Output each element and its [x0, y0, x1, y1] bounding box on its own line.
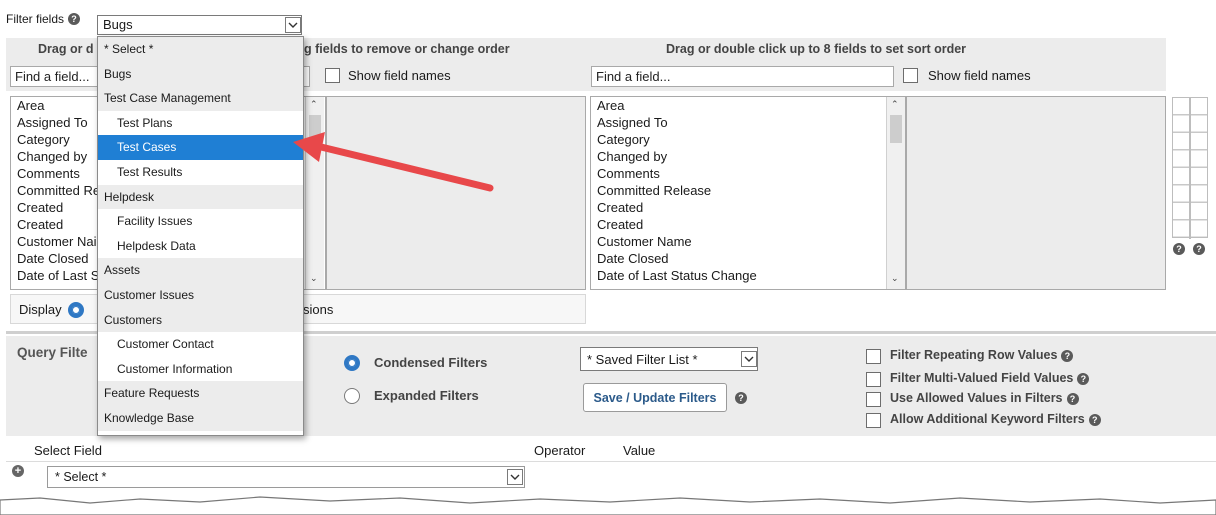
scroll-down-icon[interactable]: ⌄: [891, 273, 899, 284]
dropdown-option[interactable]: Knowledge Base: [98, 405, 303, 431]
field-list-item[interactable]: Committed Release: [594, 182, 905, 199]
help-icon[interactable]: ?: [1061, 349, 1074, 362]
field-list-item[interactable]: Changed by: [594, 148, 905, 165]
field-list-item[interactable]: Assigned To: [594, 114, 905, 131]
col-select-field: Select Field: [34, 443, 102, 458]
field-list-item[interactable]: Created: [594, 216, 905, 233]
filter-fields-chevron-icon[interactable]: [285, 17, 301, 33]
query-option-checkbox[interactable]: [866, 392, 881, 407]
scroll-thumb[interactable]: [890, 115, 902, 143]
condensed-filters-radio[interactable]: [344, 355, 360, 371]
right-show-field-names-checkbox[interactable]: [903, 68, 918, 83]
query-option-label: Allow Additional Keyword Filters?: [890, 412, 1101, 426]
dropdown-option[interactable]: Customers: [98, 307, 303, 333]
annotation-arrow: [293, 132, 494, 192]
filter-field-chevron-icon[interactable]: [507, 469, 523, 485]
left-drag-header-end: g fields to remove or change order: [304, 42, 510, 56]
help-icon[interactable]: ?: [1173, 243, 1185, 255]
dropdown-option[interactable]: * Select *: [98, 37, 303, 62]
dropdown-items: * Select * Bugs Test Case Management Test P…: [98, 37, 303, 431]
save-update-filters-button[interactable]: Save / Update Filters: [583, 383, 727, 412]
dropdown-option[interactable]: Facility Issues: [98, 209, 303, 234]
field-list-item[interactable]: Customer Name: [594, 233, 905, 250]
right-field-items: Area Assigned To Category Changed by Comment…: [591, 97, 905, 284]
right-find-field-input[interactable]: Find a field...: [591, 66, 894, 87]
dropdown-option[interactable]: Test Results: [98, 159, 303, 185]
query-option-checkbox[interactable]: [866, 413, 881, 428]
query-option-label: Use Allowed Values in Filters?: [890, 391, 1079, 405]
help-icon[interactable]: ?: [1193, 243, 1205, 255]
dropdown-option[interactable]: Assets: [98, 258, 303, 283]
dropdown-option[interactable]: Test Cases: [98, 135, 303, 160]
scroll-up-icon[interactable]: ⌃: [891, 99, 899, 110]
field-list-item[interactable]: Date of Last Status Change: [594, 267, 905, 284]
right-sort-fields-box[interactable]: [906, 96, 1166, 290]
field-list-item[interactable]: Comments: [594, 165, 905, 182]
field-list-item[interactable]: Area: [594, 97, 905, 114]
expanded-filters-radio[interactable]: [344, 388, 360, 404]
right-drag-header: Drag or double click up to 8 fields to s…: [666, 42, 967, 56]
col-value: Value: [623, 443, 656, 458]
display-option-tail: sions: [303, 302, 334, 317]
query-option-checkbox[interactable]: [866, 349, 881, 364]
query-option-text: Allow Additional Keyword Filters: [890, 412, 1085, 426]
condensed-filters-label: Condensed Filters: [374, 355, 488, 370]
query-option-label: Filter Repeating Row Values?: [890, 348, 1074, 362]
help-icon[interactable]: ?: [1066, 392, 1079, 405]
query-option-checkbox[interactable]: [866, 372, 881, 387]
query-option-text: Use Allowed Values in Filters: [890, 391, 1063, 405]
help-icon[interactable]: ?: [1077, 372, 1090, 385]
left-show-field-names-checkbox[interactable]: [325, 68, 340, 83]
dropdown-option[interactable]: Feature Requests: [98, 381, 303, 406]
right-field-list[interactable]: Area Assigned To Category Changed by Comment…: [590, 96, 906, 290]
torn-edge-decoration: [0, 496, 1216, 515]
dropdown-option[interactable]: Customer Contact: [98, 332, 303, 357]
help-icon[interactable]: ?: [735, 392, 747, 404]
display-label: Display: [19, 302, 62, 317]
left-drag-header-start: Drag or d: [38, 42, 94, 56]
display-radio[interactable]: [68, 302, 84, 318]
left-show-field-names-label: Show field names: [348, 68, 451, 83]
sort-order-grid[interactable]: [1172, 97, 1208, 239]
add-filter-icon[interactable]: +: [12, 465, 24, 477]
saved-filter-list-select[interactable]: * Saved Filter List *: [580, 347, 758, 371]
help-icon[interactable]: ?: [1088, 413, 1101, 426]
field-list-item[interactable]: Date Closed: [594, 250, 905, 267]
right-field-list-scrollbar[interactable]: ⌃ ⌄: [886, 97, 905, 289]
dropdown-option[interactable]: Helpdesk Data: [98, 233, 303, 259]
expanded-filters-label: Expanded Filters: [374, 388, 479, 403]
dropdown-option[interactable]: Customer Issues: [98, 282, 303, 308]
filter-field-select[interactable]: * Select *: [47, 466, 525, 488]
col-operator: Operator: [534, 443, 586, 458]
filter-fields-select[interactable]: Bugs: [97, 15, 302, 35]
query-option-text: Filter Multi-Valued Field Values: [890, 371, 1074, 385]
dropdown-option[interactable]: Bugs: [98, 61, 303, 87]
filter-fields-dropdown[interactable]: * Select * Bugs Test Case Management Test P…: [97, 36, 304, 436]
field-list-item[interactable]: Created: [594, 199, 905, 216]
scroll-down-icon[interactable]: ⌄: [310, 273, 318, 284]
table-header-divider: [6, 461, 1216, 462]
dropdown-option[interactable]: Helpdesk: [98, 184, 303, 210]
help-icon[interactable]: ?: [68, 13, 81, 25]
field-list-item[interactable]: Category: [594, 131, 905, 148]
right-show-field-names-label: Show field names: [928, 68, 1031, 83]
query-filter-title: Query Filte: [17, 345, 88, 360]
query-option-text: Filter Repeating Row Values: [890, 348, 1058, 362]
filter-fields-label: Filter fields ?: [6, 9, 81, 29]
saved-filter-chevron-icon[interactable]: [741, 351, 757, 367]
dropdown-option[interactable]: Test Plans: [98, 110, 303, 136]
dropdown-option[interactable]: Customer Information: [98, 356, 303, 382]
query-option-label: Filter Multi-Valued Field Values?: [890, 371, 1090, 385]
dropdown-option[interactable]: Test Case Management: [98, 86, 303, 111]
scroll-up-icon[interactable]: ⌃: [310, 99, 318, 110]
